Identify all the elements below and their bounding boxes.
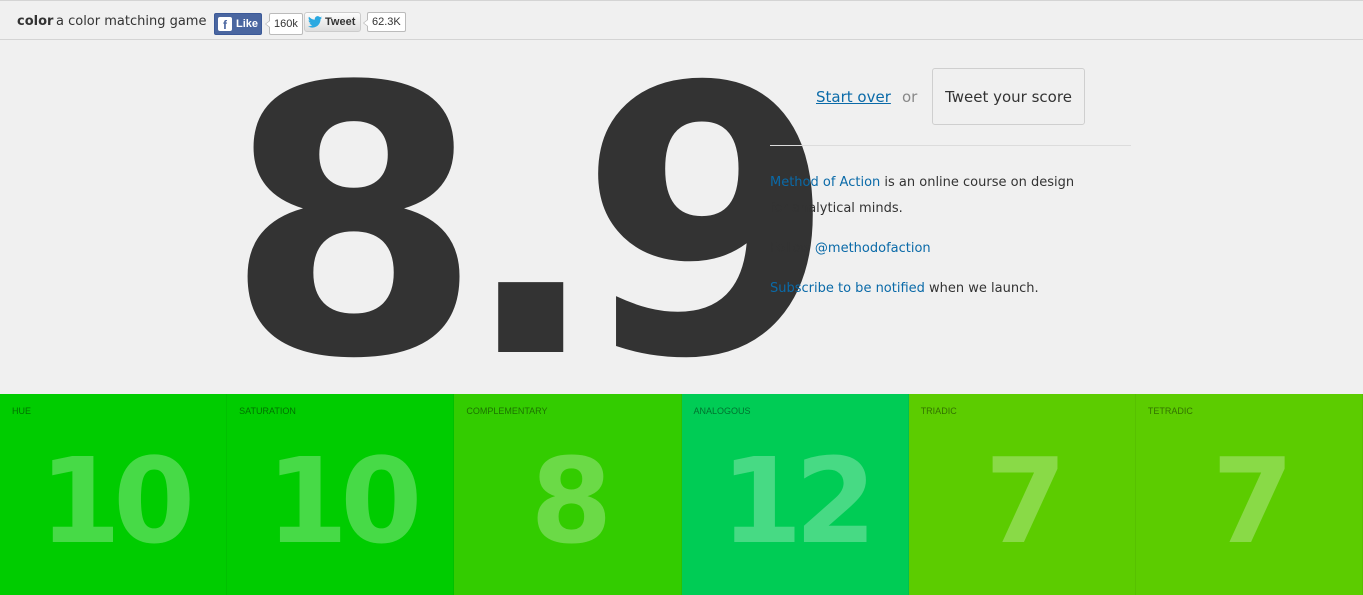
tile-value: 7 <box>984 432 1067 570</box>
method-of-action-link[interactable]: Method of Action <box>770 175 880 190</box>
panel-divider <box>770 145 1131 146</box>
tile-label: SATURATION <box>239 406 296 416</box>
subscribe-link[interactable]: Subscribe to be notified <box>770 281 925 296</box>
tile-complementary: COMPLEMENTARY 8 <box>454 394 682 595</box>
tile-value: 10 <box>266 432 422 570</box>
tile-label: HUE <box>12 406 32 416</box>
course-description: is an online course on design <box>880 175 1075 190</box>
tile-label: COMPLEMENTARY <box>466 406 548 416</box>
or-separator: or <box>902 88 918 106</box>
course-info: Method of Action is an online course on … <box>770 170 1170 222</box>
tagline: a color matching game <box>56 14 207 29</box>
follow-info: Follow @methodofaction <box>770 236 1170 262</box>
tile-value: 7 <box>1211 432 1294 570</box>
tile-saturation: SATURATION 10 <box>227 394 455 595</box>
tile-hue: HUE 10 <box>0 394 228 595</box>
tile-label: TRIADIC <box>920 406 957 416</box>
course-description-2: for analytical minds. <box>770 201 903 216</box>
tile-label: ANALOGOUS <box>693 406 751 416</box>
tile-analogous: ANALOGOUS 12 <box>681 394 909 595</box>
brand-logo[interactable]: color <box>17 14 53 29</box>
start-over-link[interactable]: Start over <box>816 88 891 106</box>
tile-value: 8 <box>530 432 612 570</box>
tile-value: 10 <box>38 432 195 570</box>
tile-tetradic: TETRADIC 7 <box>1135 394 1363 595</box>
follow-text: Follow <box>770 241 815 256</box>
subscribe-info: Subscribe to be notified when we launch. <box>770 276 1170 302</box>
tile-value: 12 <box>720 432 876 570</box>
final-score: 8.9 <box>225 10 836 440</box>
tweet-score-button[interactable]: Tweet your score <box>932 68 1085 125</box>
score-breakdown: HUE 10 SATURATION 10 COMPLEMENTARY 8 ANA… <box>0 394 1363 595</box>
methodofaction-twitter-link[interactable]: @methodofaction <box>815 241 931 256</box>
tile-label: TETRADIC <box>1147 406 1193 416</box>
tile-triadic: TRIADIC 7 <box>908 394 1136 595</box>
subscribe-text: when we launch. <box>924 281 1039 296</box>
